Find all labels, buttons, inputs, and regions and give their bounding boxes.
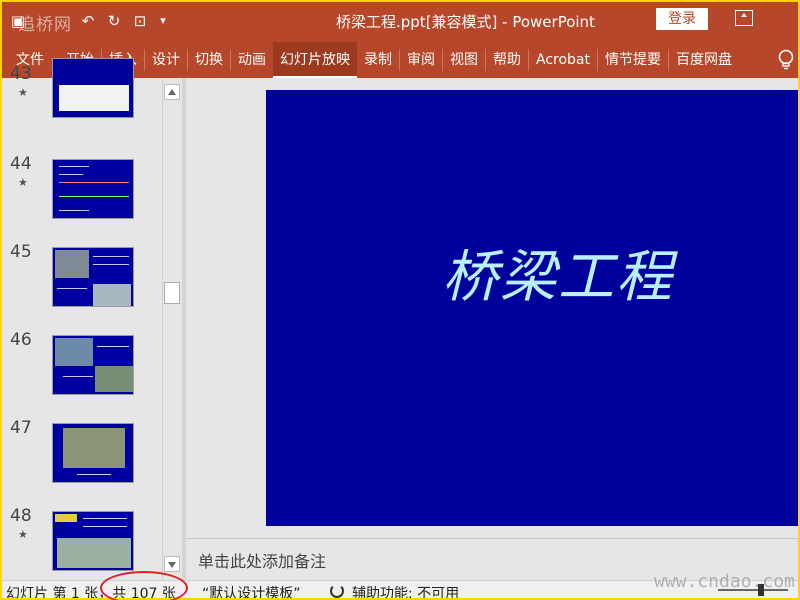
tab-help[interactable]: 帮助 — [486, 42, 528, 78]
notes-placeholder[interactable]: 单击此处添加备注 — [198, 548, 326, 572]
slide-title[interactable]: 桥梁工程 — [442, 232, 674, 313]
slide-thumbnail[interactable] — [52, 335, 134, 395]
slide-number: 43 — [10, 64, 32, 84]
zoom-slider[interactable] — [718, 589, 788, 591]
slide-editor: 桥梁工程 — [186, 78, 798, 538]
thumbnail-scrollbar[interactable] — [162, 78, 180, 580]
tab-acrobat[interactable]: Acrobat — [529, 42, 597, 78]
present-icon[interactable]: ⊡ — [130, 8, 150, 34]
slide-thumbnail[interactable] — [52, 58, 134, 118]
customize-qat-icon[interactable]: ▾ — [156, 8, 170, 34]
scrollbar-thumb[interactable] — [164, 282, 180, 304]
slide-thumbnail[interactable] — [52, 423, 134, 483]
undo-icon[interactable]: ↶ — [78, 8, 98, 34]
tab-transitions[interactable]: 切换 — [188, 42, 230, 78]
tab-storyboarding[interactable]: 情节提要 — [598, 42, 668, 78]
scroll-up-arrow-icon[interactable] — [164, 84, 180, 100]
login-button[interactable]: 登录 — [656, 8, 708, 30]
tab-slideshow[interactable]: 幻灯片放映 — [273, 42, 357, 78]
tab-record[interactable]: 录制 — [357, 42, 399, 78]
tab-review[interactable]: 审阅 — [400, 42, 442, 78]
accessibility-status[interactable]: 辅助功能: 不可用 — [352, 583, 459, 598]
scroll-down-arrow-icon[interactable] — [164, 556, 180, 572]
animation-star-icon: ★ — [18, 528, 28, 541]
redo-icon[interactable]: ↻ — [104, 8, 124, 34]
slide-number: 48 — [10, 506, 32, 526]
zoom-slider-knob[interactable] — [758, 584, 764, 596]
window-title: 桥梁工程.ppt[兼容模式] - PowerPoint — [336, 13, 595, 31]
tab-view[interactable]: 视图 — [443, 42, 485, 78]
slide-thumbnail-pane[interactable]: 43 ★ 44 ★ 45 46 47 48 ★ — [2, 58, 182, 580]
slide-thumbnail[interactable] — [52, 159, 134, 219]
tab-design[interactable]: 设计 — [145, 42, 187, 78]
slide-thumbnail[interactable] — [52, 247, 134, 307]
animation-star-icon: ★ — [18, 86, 28, 99]
slide-number: 46 — [10, 330, 32, 350]
ribbon-display-options-icon[interactable] — [735, 10, 753, 26]
accessibility-icon — [330, 584, 344, 598]
title-bar: ▣ ↶ ↻ ⊡ ▾ 追桥网 桥梁工程.ppt[兼容模式] - PowerPoin… — [2, 2, 798, 42]
watermark-logo: 追桥网 — [18, 15, 72, 35]
slide-number: 47 — [10, 418, 32, 438]
tab-animations[interactable]: 动画 — [231, 42, 273, 78]
highlight-circle — [100, 571, 188, 600]
template-name-status: “默认设计模板” — [202, 586, 301, 598]
slide-thumbnail[interactable] — [52, 511, 134, 571]
slide-number: 44 — [10, 154, 32, 174]
slide-number: 45 — [10, 242, 32, 262]
current-slide[interactable]: 桥梁工程 — [266, 90, 798, 526]
lightbulb-icon[interactable] — [776, 49, 796, 71]
powerpoint-window: ▣ ↶ ↻ ⊡ ▾ 追桥网 桥梁工程.ppt[兼容模式] - PowerPoin… — [2, 2, 798, 598]
animation-star-icon: ★ — [18, 176, 28, 189]
tab-baidu-netdisk[interactable]: 百度网盘 — [669, 42, 739, 78]
